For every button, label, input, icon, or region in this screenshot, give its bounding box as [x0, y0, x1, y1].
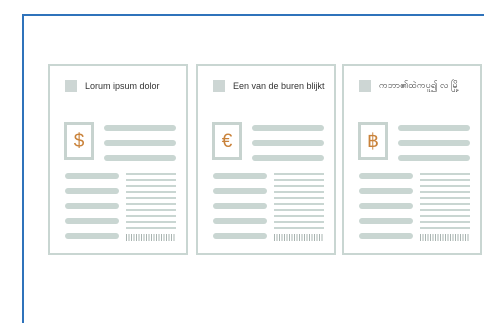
placeholder-line: [104, 125, 176, 131]
thin-line: [274, 173, 324, 175]
euro-sign-icon: €: [212, 122, 242, 160]
card-title: Een van de buren blijkt: [233, 81, 325, 91]
barcode-icon: [274, 234, 324, 241]
placeholder-line: [398, 140, 470, 146]
currency-symbol: €: [221, 130, 233, 152]
placeholder-line: [359, 188, 413, 194]
thin-line: [274, 197, 324, 199]
placeholder-line: [65, 218, 119, 224]
baht-sign-icon: ฿: [358, 122, 388, 160]
placeholder-line: [65, 233, 119, 239]
thin-line: [126, 173, 176, 175]
placeholder-line: [65, 188, 119, 194]
thin-line: [126, 215, 176, 217]
placeholder-line: [104, 140, 176, 146]
placeholder-line: [359, 218, 413, 224]
thin-line: [274, 185, 324, 187]
thin-line: [274, 209, 324, 211]
thin-line: [420, 197, 470, 199]
frame-top-border: [22, 14, 484, 16]
thin-line: [274, 203, 324, 205]
placeholder-line: [359, 173, 413, 179]
thin-line: [274, 227, 324, 229]
placeholder-line: [213, 218, 267, 224]
currency-symbol: ฿: [366, 130, 380, 152]
card-header: ကဘာ၏ထဲကပူ၍ လ မြို့: [359, 79, 459, 93]
thin-line: [126, 191, 176, 193]
thin-line: [420, 209, 470, 211]
thin-line: [420, 191, 470, 193]
thin-line: [126, 185, 176, 187]
square-icon: [65, 80, 77, 92]
placeholder-line: [213, 203, 267, 209]
thin-line: [420, 179, 470, 181]
barcode-icon: [126, 234, 176, 241]
placeholder-line: [252, 140, 324, 146]
thin-line: [420, 227, 470, 229]
thin-line: [126, 197, 176, 199]
placeholder-line: [252, 125, 324, 131]
currency-symbol: $: [73, 130, 85, 152]
thin-line: [420, 185, 470, 187]
thin-line: [126, 209, 176, 211]
card-header: Een van de buren blijkt: [213, 79, 325, 93]
thin-line: [274, 215, 324, 217]
thin-line: [420, 203, 470, 205]
thin-line: [126, 221, 176, 223]
placeholder-line: [213, 188, 267, 194]
card-baht: ကဘာ၏ထဲကပူ၍ လ မြို့ ฿: [342, 64, 482, 255]
placeholder-line: [252, 155, 324, 161]
card-dollar: Lorum ipsum dolor $: [48, 64, 188, 255]
thin-line: [274, 221, 324, 223]
thin-line: [274, 179, 324, 181]
locale-cards: Lorum ipsum dolor $ Een van de buren bli…: [48, 64, 482, 257]
thin-line: [420, 221, 470, 223]
placeholder-line: [213, 173, 267, 179]
placeholder-line: [65, 203, 119, 209]
square-icon: [359, 80, 371, 92]
thin-line: [126, 227, 176, 229]
thin-line: [126, 203, 176, 205]
card-title: Lorum ipsum dolor: [85, 81, 160, 91]
placeholder-line: [213, 233, 267, 239]
barcode-icon: [420, 234, 470, 241]
square-icon: [213, 80, 225, 92]
placeholder-line: [65, 173, 119, 179]
frame-left-border: [22, 14, 24, 323]
dollar-sign-icon: $: [64, 122, 94, 160]
thin-line: [274, 191, 324, 193]
card-euro: Een van de buren blijkt €: [196, 64, 336, 255]
placeholder-line: [104, 155, 176, 161]
placeholder-line: [398, 125, 470, 131]
thin-line: [126, 179, 176, 181]
placeholder-line: [359, 203, 413, 209]
thin-line: [420, 215, 470, 217]
card-header: Lorum ipsum dolor: [65, 79, 160, 93]
thin-line: [420, 173, 470, 175]
placeholder-line: [398, 155, 470, 161]
card-title: ကဘာ၏ထဲကပူ၍ လ မြို့: [379, 79, 460, 90]
placeholder-line: [359, 233, 413, 239]
